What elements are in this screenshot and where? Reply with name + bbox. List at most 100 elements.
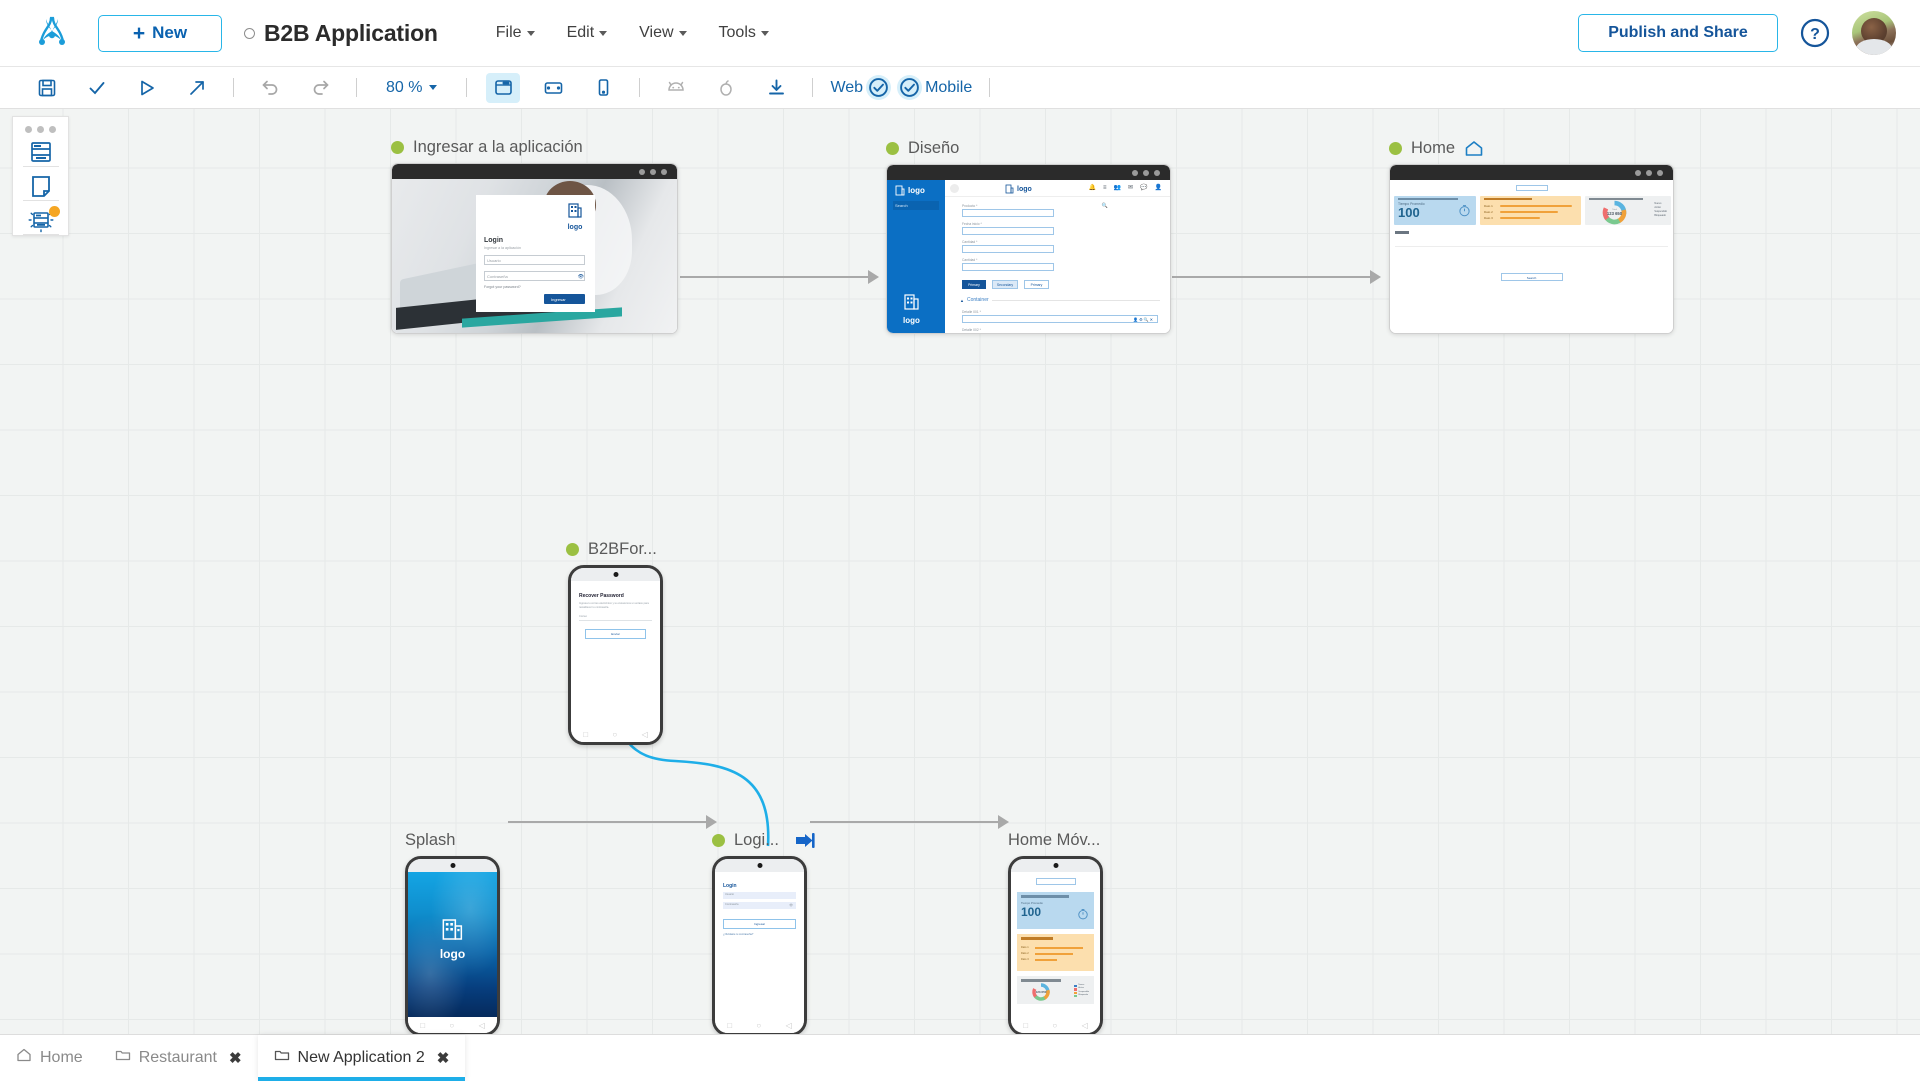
nav-square-icon[interactable]: □: [583, 730, 588, 739]
node-login-mobile[interactable]: Logi... Login Usuario Contraseña 👁 Ingre…: [712, 830, 815, 1034]
tab-new-application-2[interactable]: New Application 2 ✖: [258, 1035, 466, 1080]
zoom-level-selector[interactable]: 80 %: [386, 79, 437, 97]
check-icon[interactable]: [80, 73, 114, 103]
login-mobile-submit[interactable]: Ingresar: [715, 922, 804, 926]
chat-icon[interactable]: 💬: [1140, 184, 1147, 191]
editor-toolbar: 80 %: [0, 67, 1920, 109]
undo-icon[interactable]: [253, 73, 287, 103]
node-home[interactable]: Home Tiempo Promedio 100: [1389, 138, 1674, 334]
users-icon[interactable]: 👥: [1114, 184, 1121, 191]
login-mobile-heading: Login: [723, 883, 737, 889]
node-splash[interactable]: Splash logo □ ○ ◁: [405, 830, 500, 1034]
flow-canvas[interactable]: Ingresar a la aplicación logo Login: [0, 109, 1920, 1034]
phone-frame[interactable]: logo □ ○ ◁: [405, 856, 500, 1034]
folder-icon: [115, 1048, 131, 1067]
search-icon[interactable]: 🔍: [1102, 203, 1108, 209]
nav-square-icon[interactable]: □: [727, 1021, 732, 1030]
close-x-icon[interactable]: ✖: [437, 1049, 450, 1067]
menu-tools[interactable]: Tools: [719, 24, 769, 42]
share-export-icon[interactable]: [180, 73, 214, 103]
login-submit-button[interactable]: Ingresar: [551, 297, 566, 302]
browser-titlebar: [1390, 165, 1673, 180]
screen-template-icon[interactable]: [20, 137, 61, 166]
save-icon[interactable]: [30, 73, 64, 103]
tablet-view-icon[interactable]: [536, 73, 570, 103]
forgot-password-link[interactable]: Forgot your password?: [484, 285, 521, 289]
tertiary-button[interactable]: Primary: [1024, 280, 1049, 289]
node-ingresar[interactable]: Ingresar a la aplicación logo Login: [391, 137, 678, 334]
nav-back-icon[interactable]: ◁: [786, 1021, 792, 1030]
page-title: B2B Application: [264, 20, 438, 47]
menu-view[interactable]: View: [639, 24, 686, 42]
play-icon[interactable]: [130, 73, 164, 103]
screen-preview-login-mobile: Login Usuario Contraseña 👁 Ingresar ¿Olv…: [715, 872, 804, 1017]
nav-square-icon[interactable]: □: [1023, 1021, 1028, 1030]
redo-icon[interactable]: [303, 73, 337, 103]
list-icon[interactable]: ≡: [1103, 185, 1107, 191]
nav-circle-icon[interactable]: ○: [612, 730, 617, 739]
sidebar-search-input[interactable]: Search: [895, 203, 908, 208]
section-label: Container: [967, 297, 989, 303]
check-circle-icon[interactable]: [897, 75, 922, 100]
browser-frame[interactable]: logo Login Ingresar a la aplicación Usua…: [391, 163, 678, 334]
phone-frame[interactable]: Tiempo Promedio 100 Dato 1 Dato 2 Dato 3: [1008, 856, 1103, 1034]
menu-edit[interactable]: Edit: [567, 24, 608, 42]
mail-icon[interactable]: ✉: [1128, 184, 1133, 191]
nav-circle-icon[interactable]: ○: [756, 1021, 761, 1030]
phone-frame[interactable]: Recover Password Ingresa tu correo elect…: [568, 565, 663, 745]
android-icon[interactable]: [659, 73, 693, 103]
avatar[interactable]: [1852, 11, 1896, 55]
close-x-icon[interactable]: ✖: [229, 1049, 242, 1067]
node-home-movil[interactable]: Home Móv... Tiempo Promedio 100 Dat: [1008, 830, 1103, 1034]
browser-frame[interactable]: logo Search 🔍 logo logo 🔔 ≡: [886, 164, 1171, 334]
tab-restaurant[interactable]: Restaurant ✖: [99, 1035, 258, 1080]
kpi-value: 100: [1398, 206, 1420, 220]
field-contrasena[interactable]: Contraseña: [487, 274, 508, 279]
primary-button[interactable]: Primary: [962, 280, 986, 289]
eye-icon[interactable]: 👁: [578, 274, 584, 280]
donut-value: 123 650: [1031, 982, 1051, 1002]
download-icon[interactable]: [759, 73, 793, 103]
bell-icon[interactable]: 🔔: [1089, 184, 1096, 191]
check-circle-icon[interactable]: [866, 75, 891, 100]
smart-screen-icon[interactable]: [20, 205, 61, 234]
phone-status-bar: [715, 859, 804, 872]
secondary-button[interactable]: Secondary: [992, 280, 1018, 289]
table-search-label[interactable]: Search: [1527, 276, 1537, 280]
frog-logo-icon[interactable]: [30, 11, 74, 55]
three-dots-icon[interactable]: [25, 126, 56, 133]
profile-icon[interactable]: 👤: [1155, 184, 1162, 191]
browser-frame[interactable]: Tiempo Promedio 100 Dato 1 Dato 2 Dato 3: [1389, 164, 1674, 334]
publish-and-share-button[interactable]: Publish and Share: [1578, 14, 1778, 52]
radio-unselected-icon[interactable]: [244, 28, 255, 39]
question-mark-circle-icon[interactable]: ?: [1800, 18, 1830, 48]
tab-home[interactable]: Home: [0, 1035, 99, 1080]
sidebar-logo-text: logo: [908, 186, 925, 195]
desktop-view-icon[interactable]: [486, 73, 520, 103]
target-platforms: Web Mobile: [830, 75, 972, 100]
new-button[interactable]: + New: [98, 15, 222, 52]
recover-submit-button[interactable]: Enviar: [571, 632, 660, 636]
chevron-down-icon: [761, 31, 769, 36]
menu-file-label: File: [496, 24, 522, 42]
nav-back-icon[interactable]: ◁: [1082, 1021, 1088, 1030]
eye-icon[interactable]: 👁: [789, 903, 793, 907]
nav-square-icon[interactable]: □: [420, 1021, 425, 1030]
forgot-password-link[interactable]: ¿Olvidaste tu contraseña?: [723, 933, 753, 936]
field-usuario[interactable]: Usuario: [725, 893, 734, 896]
blank-page-icon[interactable]: [20, 171, 61, 200]
field-usuario[interactable]: Usuario: [487, 258, 501, 263]
field-contrasena[interactable]: Contraseña: [725, 903, 738, 906]
phone-frame[interactable]: Login Usuario Contraseña 👁 Ingresar ¿Olv…: [712, 856, 807, 1034]
node-diseno[interactable]: Diseño logo Search 🔍 logo: [886, 138, 1171, 334]
apple-icon[interactable]: [709, 73, 743, 103]
top-logo-text: logo: [1017, 186, 1032, 193]
mobile-view-icon[interactable]: [586, 73, 620, 103]
nav-back-icon[interactable]: ◁: [479, 1021, 485, 1030]
menu-file[interactable]: File: [496, 24, 535, 42]
nav-back-icon[interactable]: ◁: [642, 730, 648, 739]
node-label: Logi...: [734, 831, 779, 850]
nav-circle-icon[interactable]: ○: [449, 1021, 454, 1030]
nav-circle-icon[interactable]: ○: [1052, 1021, 1057, 1030]
node-b2bform[interactable]: B2BFor... Recover Password Ingresa tu co…: [566, 539, 663, 745]
